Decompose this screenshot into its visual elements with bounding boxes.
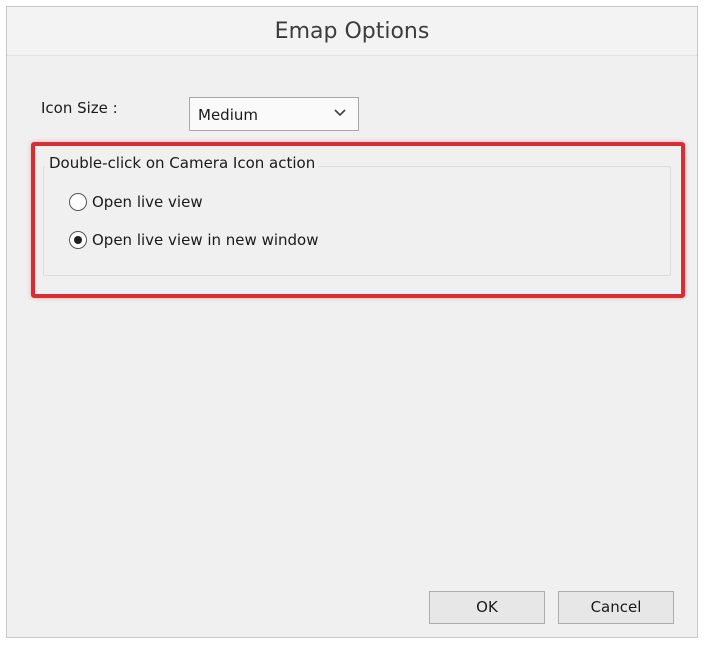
radio-label-open-live-view: Open live view [92, 193, 203, 211]
chevron-down-icon [334, 109, 346, 117]
icon-size-selected-value: Medium [198, 106, 258, 124]
radio-button-unchecked[interactable] [69, 193, 87, 211]
radio-open-live-view-new-window[interactable]: Open live view in new window [69, 229, 318, 251]
radio-label-open-live-view-new-window: Open live view in new window [92, 231, 319, 249]
title-bar: Emap Options [7, 7, 697, 56]
cancel-button[interactable]: Cancel [558, 591, 674, 624]
double-click-group-legend: Double-click on Camera Icon action [45, 154, 320, 172]
double-click-groupbox [43, 166, 671, 276]
ok-button[interactable]: OK [429, 591, 545, 624]
icon-size-label: Icon Size : [41, 99, 118, 117]
radio-open-live-view[interactable]: Open live view [69, 191, 203, 213]
icon-size-select[interactable]: Medium [189, 97, 359, 131]
radio-button-checked[interactable] [69, 231, 87, 249]
emap-options-dialog: Emap Options Icon Size : Medium Double-c… [6, 6, 698, 638]
dialog-title: Emap Options [274, 19, 430, 44]
